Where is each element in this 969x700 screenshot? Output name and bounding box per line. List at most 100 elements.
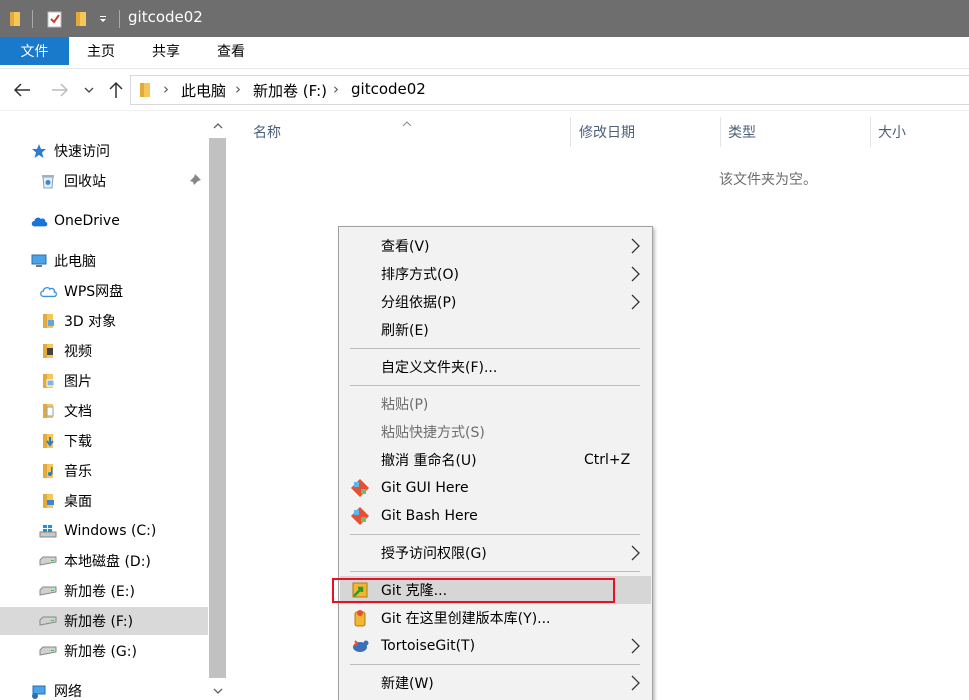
recent-locations-chevron-icon[interactable] [80, 77, 98, 103]
menu-item-paste-shortcut: 粘贴快捷方式(S) [381, 425, 485, 441]
recycle-bin-icon [39, 172, 57, 190]
sidebar-item-desktop[interactable]: 桌面 [0, 487, 208, 515]
highlight-annotation-box [332, 578, 615, 603]
git-bash-icon [351, 507, 369, 525]
sidebar-item-recycle-bin[interactable]: 回收站 [0, 167, 208, 195]
tortoisegit-icon [353, 640, 369, 652]
column-header-type[interactable]: 类型 [728, 117, 756, 147]
address-bar[interactable]: › 此电脑 › 新加卷 (F:) › gitcode02 [130, 75, 969, 105]
menu-separator [350, 571, 640, 572]
scroll-down-arrow-icon[interactable] [208, 681, 228, 700]
sidebar-item-onedrive[interactable]: OneDrive [0, 207, 208, 235]
network-icon [30, 682, 48, 700]
scroll-up-arrow-icon[interactable] [208, 116, 228, 136]
sidebar-item-wps-cloud[interactable]: WPS网盘 [0, 277, 208, 305]
drive-icon [39, 642, 57, 660]
menu-item-paste: 粘贴(P) [381, 397, 429, 413]
column-header-size[interactable]: 大小 [878, 117, 906, 147]
submenu-arrow-icon [631, 266, 640, 282]
menu-item-git-gui-here[interactable]: Git GUI Here [340, 474, 651, 502]
properties-icon[interactable] [44, 0, 66, 37]
navigation-pane: 快速访问 回收站 OneDrive 此电脑 WPS网盘 3D 对象 视频 图片 … [0, 114, 208, 700]
sidebar-item-3d-objects[interactable]: 3D 对象 [0, 307, 208, 335]
sidebar-scroll-thumb[interactable] [209, 138, 226, 678]
menu-separator [350, 348, 640, 349]
forward-arrow-icon[interactable] [48, 77, 72, 103]
sidebar-item-network[interactable]: 网络 [0, 677, 208, 700]
submenu-arrow-icon [631, 675, 640, 691]
folder-icon [6, 0, 26, 37]
star-icon [30, 142, 48, 160]
desktop-folder-icon [39, 492, 57, 510]
breadcrumb-this-pc[interactable]: 此电脑 [181, 80, 226, 101]
sidebar-item-quick-access[interactable]: 快速访问 [0, 137, 208, 165]
window-title: gitcode02 [128, 8, 203, 26]
back-arrow-icon[interactable] [10, 77, 34, 103]
downloads-folder-icon [39, 432, 57, 450]
submenu-arrow-icon [631, 294, 640, 310]
menu-item-git-create-repo[interactable]: Git 在这里创建版本库(Y)... [340, 604, 651, 632]
menu-item-new[interactable]: 新建(W) [340, 669, 651, 697]
submenu-arrow-icon [631, 545, 640, 561]
pictures-folder-icon [39, 372, 57, 390]
column-header-date-modified[interactable]: 修改日期 [579, 117, 635, 147]
pin-icon[interactable] [188, 173, 202, 191]
breadcrumb-current-folder[interactable]: gitcode02 [351, 80, 426, 98]
tab-view[interactable]: 查看 [199, 37, 263, 65]
column-header-name[interactable]: 名称 [253, 117, 281, 147]
sidebar-item-pictures[interactable]: 图片 [0, 367, 208, 395]
breadcrumb-chevron-icon[interactable]: › [163, 80, 169, 98]
wps-cloud-icon [39, 282, 57, 300]
sidebar-item-music[interactable]: 音乐 [0, 457, 208, 485]
cube-folder-icon [39, 312, 57, 330]
menu-item-tortoisegit[interactable]: TortoiseGit(T) [340, 632, 651, 660]
breadcrumb-chevron-icon[interactable]: › [333, 80, 339, 98]
tab-file[interactable]: 文件 [0, 37, 69, 65]
sidebar-item-videos[interactable]: 视频 [0, 337, 208, 365]
tab-share[interactable]: 共享 [133, 37, 199, 65]
windows-drive-icon [39, 522, 57, 540]
sidebar-item-downloads[interactable]: 下载 [0, 427, 208, 455]
sidebar-item-this-pc[interactable]: 此电脑 [0, 247, 208, 275]
tab-home[interactable]: 主页 [69, 37, 133, 65]
new-folder-icon[interactable] [70, 0, 92, 37]
menu-item-give-access[interactable]: 授予访问权限(G) [340, 539, 651, 567]
computer-icon [30, 252, 48, 270]
folder-icon [139, 82, 151, 102]
up-arrow-icon[interactable] [104, 77, 128, 103]
drive-icon [39, 612, 57, 630]
breadcrumb-drive-f[interactable]: 新加卷 (F:) [253, 80, 327, 101]
menu-separator [350, 534, 640, 535]
empty-folder-message: 该文件夹为空。 [719, 172, 817, 188]
menu-item-undo-rename[interactable]: 撤消 重命名(U) Ctrl+Z [340, 446, 651, 474]
sidebar-item-drive-e[interactable]: 新加卷 (E:) [0, 577, 208, 605]
git-gui-icon [351, 479, 369, 497]
sidebar-item-documents[interactable]: 文档 [0, 397, 208, 425]
menu-item-git-bash-here[interactable]: Git Bash Here [340, 502, 651, 530]
context-menu: 查看(V) 排序方式(O) 分组依据(P) 刷新(E) 自定义文件夹(F)...… [338, 226, 653, 700]
drive-icon [39, 582, 57, 600]
sidebar-item-drive-d[interactable]: 本地磁盘 (D:) [0, 547, 208, 575]
menu-separator [350, 385, 640, 386]
sort-ascending-icon [402, 115, 412, 131]
sidebar-item-drive-c[interactable]: Windows (C:) [0, 517, 208, 545]
ribbon-tabs: 文件 主页 共享 查看 [0, 37, 969, 69]
menu-item-view[interactable]: 查看(V) [340, 232, 651, 260]
menu-item-refresh[interactable]: 刷新(E) [340, 316, 651, 344]
sidebar-item-drive-f[interactable]: 新加卷 (F:) [0, 607, 208, 635]
navigation-bar: › 此电脑 › 新加卷 (F:) › gitcode02 [0, 69, 969, 111]
tortoisegit-create-repo-icon [354, 610, 366, 627]
sidebar-item-drive-g[interactable]: 新加卷 (G:) [0, 637, 208, 665]
menu-item-sort-by[interactable]: 排序方式(O) [340, 260, 651, 288]
menu-item-customize-folder[interactable]: 自定义文件夹(F)... [340, 353, 651, 381]
menu-separator [350, 664, 640, 665]
shortcut-label: Ctrl+Z [584, 452, 631, 468]
drive-icon [39, 552, 57, 570]
menu-item-group-by[interactable]: 分组依据(P) [340, 288, 651, 316]
documents-folder-icon [39, 402, 57, 420]
submenu-arrow-icon [631, 638, 640, 654]
breadcrumb-chevron-icon[interactable]: › [235, 80, 241, 98]
video-folder-icon [39, 342, 57, 360]
cloud-icon [30, 212, 48, 230]
customize-toolbar-icon[interactable] [95, 0, 111, 37]
